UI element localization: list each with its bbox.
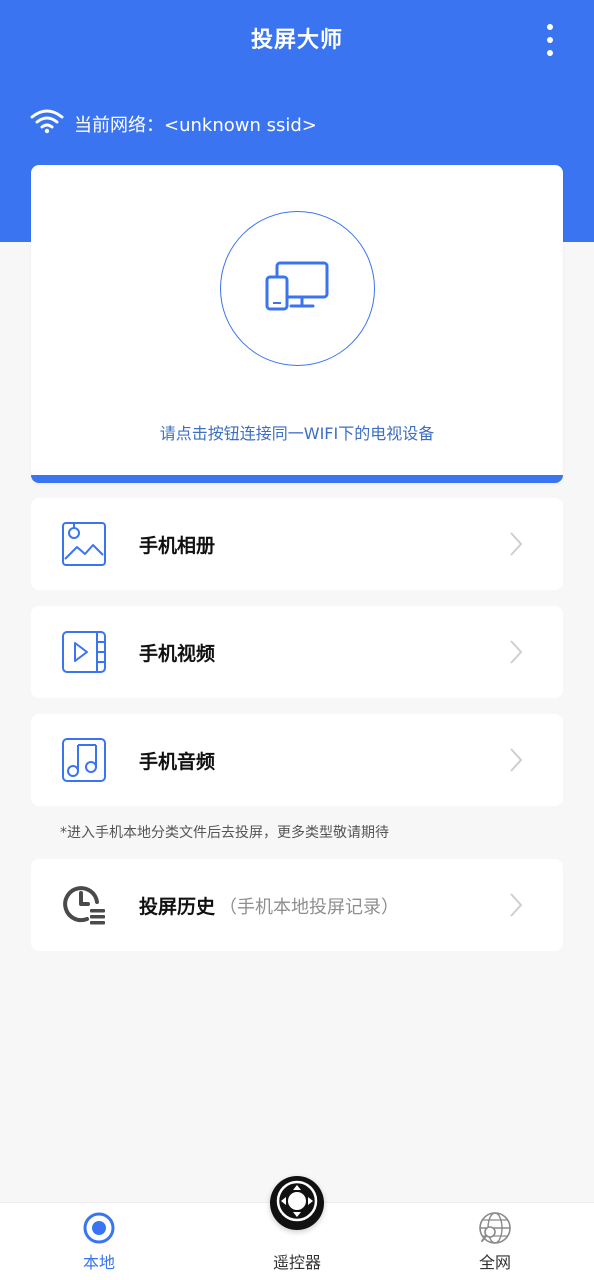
menu-item-label: 手机视频 [139,642,216,665]
nav-label: 全网 [478,1253,511,1272]
nav-tab-web[interactable]: 全网 [435,1203,555,1280]
video-icon [61,629,107,675]
remote-control-button[interactable] [270,1176,324,1230]
wifi-icon [30,108,64,139]
nav-label: 本地 [82,1253,115,1272]
connect-tip: 请点击按钮连接同一WIFI下的电视设备 [159,424,435,443]
remote-dpad-icon [275,1179,319,1227]
history-clock-icon [61,882,107,928]
app-root: 投屏大师 当前网络：<unknown ssid> 请点击按钮连接同一WIFI下的… [0,0,594,1280]
nav-label: 遥控器 [272,1253,321,1272]
nav-tab-local[interactable]: 本地 [39,1203,159,1280]
history-sublabel: （手机本地投屏记录） [219,896,400,918]
photo-icon [61,521,107,567]
chevron-right-icon [510,532,523,556]
local-target-icon [82,1211,116,1249]
menu-item-label: 手机相册 [139,534,216,557]
chevron-right-icon [510,640,523,664]
devices-icon [265,261,331,317]
music-icon [61,737,107,783]
menu-item-photos[interactable]: 手机相册 [31,498,563,590]
chevron-right-icon [510,893,523,917]
menu-item-history[interactable]: 投屏历史 （手机本地投屏记录） [31,859,563,951]
chevron-right-icon [510,748,523,772]
network-status: 当前网络：<unknown ssid> [30,108,317,139]
history-label: 投屏历史 [139,895,216,918]
menu-item-label: 手机音频 [139,750,216,773]
menu-item-videos[interactable]: 手机视频 [31,606,563,698]
globe-search-icon [478,1211,512,1249]
more-vertical-icon [547,24,553,30]
page-title: 投屏大师 [250,28,343,53]
card-accent-bar [31,475,563,483]
hint-text: *进入手机本地分类文件后去投屏，更多类型敬请期待 [60,825,389,841]
menu-item-audio[interactable]: 手机音频 [31,714,563,806]
network-label: 当前网络：<unknown ssid> [74,114,317,136]
connect-button[interactable] [220,211,375,366]
more-menu-button[interactable] [542,24,558,56]
connect-card: 请点击按钮连接同一WIFI下的电视设备 [31,165,563,483]
